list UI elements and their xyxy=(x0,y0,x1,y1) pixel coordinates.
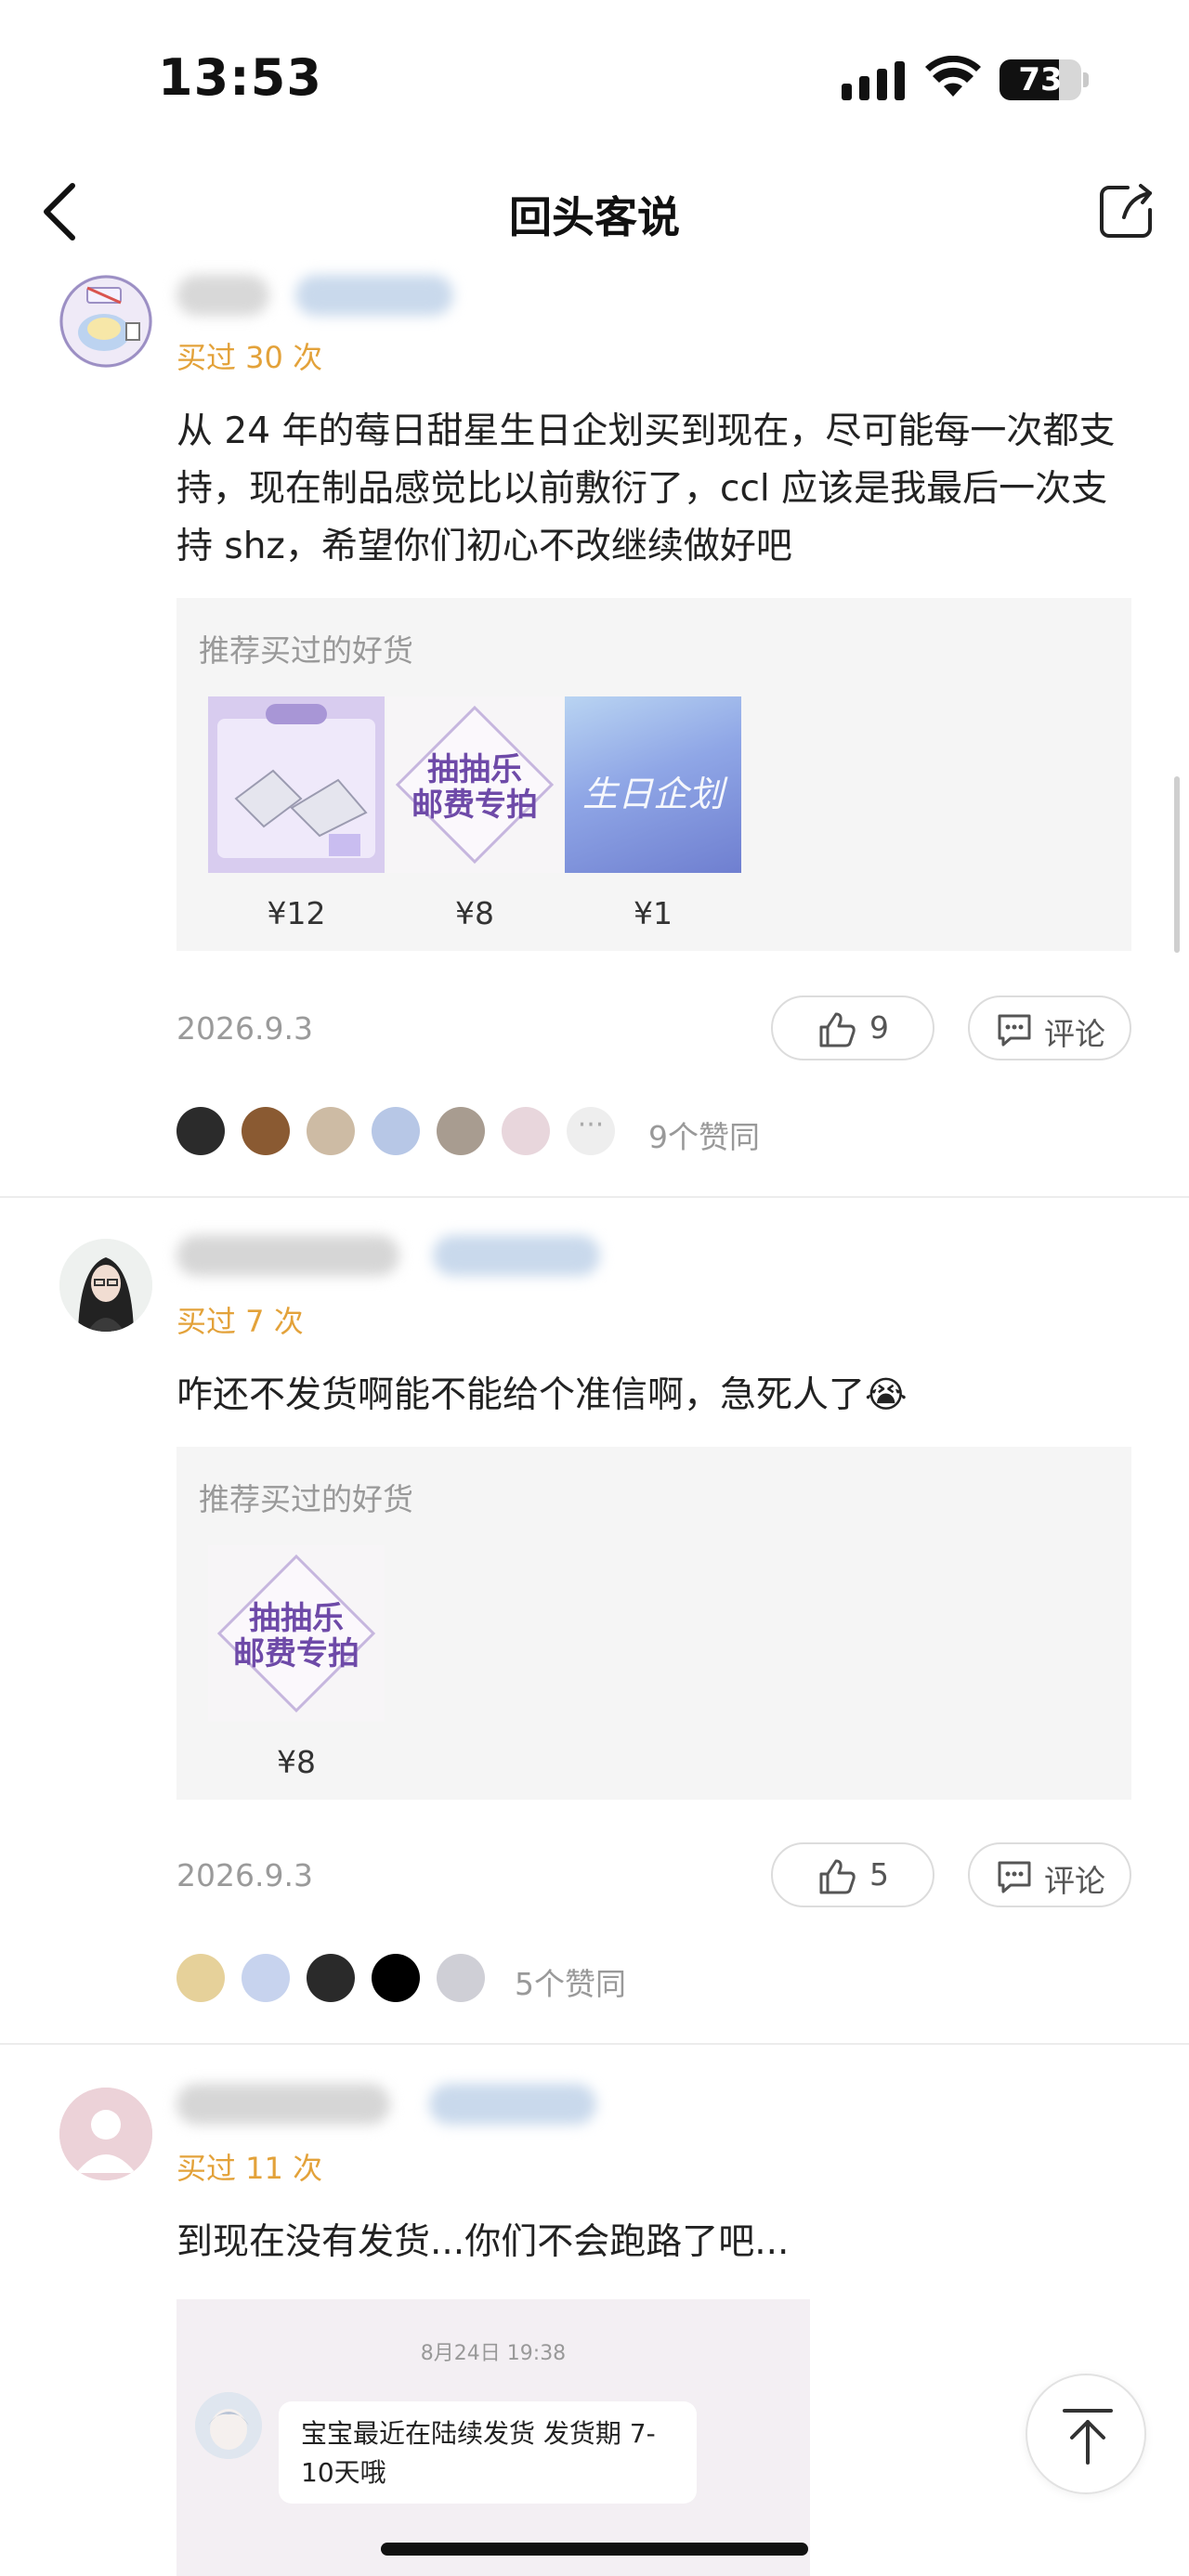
wifi-icon xyxy=(925,56,981,97)
svg-text:生日企划: 生日企划 xyxy=(582,774,728,814)
page-title: 回头客说 xyxy=(509,192,680,242)
product-image[interactable] xyxy=(208,696,385,873)
product-price: ¥8 xyxy=(277,1744,316,1780)
product-image[interactable]: 抽抽乐 邮费专拍 xyxy=(386,696,563,873)
avatar[interactable] xyxy=(59,275,152,368)
scroll-to-top-button[interactable] xyxy=(1026,2374,1146,2494)
product-price: ¥12 xyxy=(267,895,326,931)
avatar[interactable] xyxy=(59,2088,152,2180)
user-tag-blurred xyxy=(433,1235,600,1276)
thumbs-up-icon xyxy=(819,1012,856,1047)
avatar-art xyxy=(59,275,152,368)
purchase-count: 买过 7 次 xyxy=(176,1304,304,1339)
product-image[interactable]: 生日企划 xyxy=(565,696,741,873)
home-indicator[interactable] xyxy=(381,2543,808,2556)
liker-avatar xyxy=(176,1107,225,1155)
purchase-count: 买过 30 次 xyxy=(176,340,323,375)
review-text: 到现在没有发货...你们不会跑路了吧... xyxy=(176,2221,790,2263)
product-price: ¥1 xyxy=(634,895,673,931)
divider xyxy=(0,1196,1189,1198)
recommended-products: 推荐买过的好货 ¥12 抽抽乐 邮费专拍 ¥8 生日企划 ¥1 xyxy=(176,598,1131,951)
username-blurred xyxy=(176,1235,399,1276)
like-button[interactable]: 5 xyxy=(771,1842,934,1907)
default-avatar-icon xyxy=(59,2088,152,2180)
avatar[interactable] xyxy=(59,1239,152,1332)
purchase-count: 买过 11 次 xyxy=(176,2151,323,2186)
user-tag-blurred xyxy=(429,2084,596,2125)
more-likers-icon: ··· xyxy=(567,1107,615,1155)
svg-text:抽抽乐: 抽抽乐 xyxy=(249,1600,344,1637)
likers-row[interactable]: ··· 9个赞同 xyxy=(176,1107,827,1155)
svg-text:抽抽乐: 抽抽乐 xyxy=(427,751,522,788)
review-date: 2026.9.3 xyxy=(176,1857,313,1893)
product-image[interactable]: 抽抽乐 邮费专拍 xyxy=(208,1545,385,1722)
nav-bar: 回头客说 xyxy=(0,158,1189,266)
liker-avatar xyxy=(307,1107,355,1155)
battery-icon: 73 xyxy=(1000,59,1081,100)
liker-avatar xyxy=(437,1107,485,1155)
battery-tip xyxy=(1083,72,1089,87)
scrollbar[interactable] xyxy=(1174,776,1180,953)
review-text: 从 24 年的莓日甜星生日企划买到现在，尽可能每一次都支持，现在制品感觉比以前敷… xyxy=(176,410,1116,567)
rec-title: 推荐买过的好货 xyxy=(199,1481,413,1517)
agree-count: 5个赞同 xyxy=(515,1966,626,2002)
cellular-signal-icon xyxy=(842,61,907,100)
review-image[interactable]: 8月24日 19:38 宝宝最近在陆续发货 发货期 7-10天哦 xyxy=(176,2299,810,2576)
comment-icon xyxy=(998,1014,1031,1047)
username-blurred xyxy=(176,2084,390,2125)
product-price: ¥8 xyxy=(455,895,494,931)
thumbs-up-icon xyxy=(819,1859,856,1894)
chat-avatar xyxy=(195,2392,262,2459)
divider xyxy=(0,2043,1189,2045)
battery-percent: 73 xyxy=(1018,61,1063,98)
liker-avatar xyxy=(242,1107,290,1155)
liker-avatar xyxy=(307,1954,355,2002)
comment-button[interactable]: 评论 xyxy=(968,1842,1131,1907)
username-blurred xyxy=(176,275,269,316)
like-count: 5 xyxy=(869,1856,889,1893)
review-text: 咋还不发货啊能不能给个准信啊，急死人了😭 xyxy=(176,1374,908,1416)
status-time: 13:53 xyxy=(158,48,322,107)
chat-bubble: 宝宝最近在陆续发货 发货期 7-10天哦 xyxy=(279,2401,697,2504)
recommended-products: 推荐买过的好货 抽抽乐 邮费专拍 ¥8 xyxy=(176,1447,1131,1800)
liker-avatar xyxy=(437,1954,485,2002)
like-button[interactable]: 9 xyxy=(771,995,934,1060)
svg-text:邮费专拍: 邮费专拍 xyxy=(412,787,538,824)
avatar-art xyxy=(59,1239,152,1332)
status-bar: 13:53 73 xyxy=(0,0,1189,158)
share-icon[interactable] xyxy=(1096,180,1157,241)
liker-avatar xyxy=(176,1954,225,2002)
user-tag-blurred xyxy=(295,275,453,316)
comment-label: 评论 xyxy=(1044,1863,1105,1899)
likers-row[interactable]: 5个赞同 xyxy=(176,1954,734,2002)
comment-icon xyxy=(998,1861,1031,1893)
like-count: 9 xyxy=(869,1009,889,1046)
liker-avatar xyxy=(242,1954,290,2002)
rec-title: 推荐买过的好货 xyxy=(199,632,413,669)
svg-text:邮费专拍: 邮费专拍 xyxy=(233,1635,359,1672)
review-date: 2026.9.3 xyxy=(176,1010,313,1047)
arrow-up-icon xyxy=(1063,2409,1113,2465)
comment-label: 评论 xyxy=(1044,1016,1105,1052)
liker-avatar xyxy=(372,1954,420,2002)
liker-avatar xyxy=(502,1107,550,1155)
comment-button[interactable]: 评论 xyxy=(968,995,1131,1060)
chat-time: 8月24日 19:38 xyxy=(420,2342,567,2365)
liker-avatar xyxy=(372,1107,420,1155)
agree-count: 9个赞同 xyxy=(648,1119,760,1155)
